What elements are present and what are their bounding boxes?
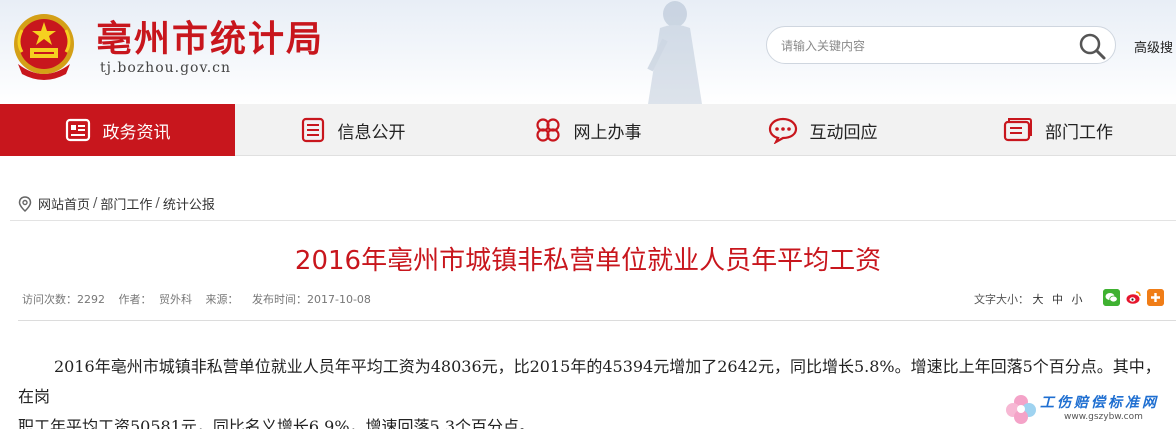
site-domain: tj.bozhou.gov.cn <box>100 60 232 76</box>
site-header: 亳州市统计局 tj.bozhou.gov.cn 高级搜 <box>0 0 1176 104</box>
location-pin-icon <box>18 195 32 212</box>
nav-item-info[interactable]: 信息公开 <box>235 104 470 156</box>
publish-time: 发布时间：2017-10-08 <box>252 293 371 306</box>
nav-label-interaction: 互动回应 <box>809 122 878 143</box>
font-size-medium[interactable]: 中 <box>1052 293 1063 306</box>
font-size-control: 文字大小： 大 中 小 <box>974 291 1083 307</box>
more-share-icon[interactable] <box>1147 289 1164 306</box>
nav-item-department[interactable]: 部门工作 <box>940 104 1176 156</box>
author-department: 贸外科 <box>159 293 192 306</box>
watermark: 工伤赔偿标准网 www.gszybw.com <box>1002 390 1174 429</box>
nav-label-department: 部门工作 <box>1045 122 1113 143</box>
statue-decoration <box>647 1 702 104</box>
weibo-share-icon[interactable] <box>1125 289 1142 306</box>
wechat-share-icon[interactable] <box>1103 289 1120 306</box>
list-icon <box>301 117 324 143</box>
visit-count: 访问次数：2292 <box>22 293 105 306</box>
breadcrumb-home[interactable]: 网站首页 <box>38 194 90 213</box>
site-name[interactable]: 亳州市统计局 <box>96 10 324 62</box>
font-size-large[interactable]: 大 <box>1033 293 1044 306</box>
advanced-search-link[interactable]: 高级搜 <box>1134 37 1173 56</box>
article-meta: 访问次数：2292 作者： 贸外科 来源： 发布时间：2017-10-08 <box>22 291 381 307</box>
chat-icon <box>768 117 797 144</box>
watermark-text: 工伤赔偿标准网 <box>1040 395 1159 411</box>
search-icon[interactable] <box>1077 31 1107 61</box>
watermark-url: www.gszybw.com <box>1064 412 1143 422</box>
nav-item-interaction[interactable]: 互动回应 <box>705 104 940 156</box>
breadcrumb-separator: / <box>155 196 160 211</box>
breadcrumb-subsection[interactable]: 统计公报 <box>163 194 215 213</box>
nav-label-news: 政务资讯 <box>102 122 171 143</box>
font-size-small[interactable]: 小 <box>1072 293 1083 306</box>
national-emblem-icon <box>14 14 74 80</box>
clover-icon <box>535 118 560 142</box>
source-label: 来源： <box>205 293 239 306</box>
news-icon <box>65 118 90 142</box>
font-size-label: 文字大小： <box>974 293 1029 306</box>
nav-label-services: 网上办事 <box>573 122 642 143</box>
breadcrumb-section[interactable]: 部门工作 <box>100 194 152 213</box>
search-box <box>766 26 1116 64</box>
divider <box>10 220 1176 221</box>
nav-item-news[interactable]: 政务资讯 <box>0 104 235 156</box>
article-title: 2016年亳州市城镇非私营单位就业人员年平均工资 <box>294 246 882 276</box>
nav-item-services[interactable]: 网上办事 <box>470 104 705 156</box>
author-label: 作者： <box>118 293 152 306</box>
nav-label-info: 信息公开 <box>337 122 406 143</box>
breadcrumb-separator: / <box>93 196 98 211</box>
folder-icon <box>1003 118 1032 142</box>
breadcrumb: 网站首页 / 部门工作 / 统计公报 <box>18 194 215 213</box>
main-nav: 政务资讯 信息公开 网上办事 互动回应 部门工作 <box>0 104 1176 156</box>
search-input[interactable] <box>781 36 1071 56</box>
divider <box>18 320 1176 321</box>
flower-logo-icon <box>1006 395 1036 424</box>
